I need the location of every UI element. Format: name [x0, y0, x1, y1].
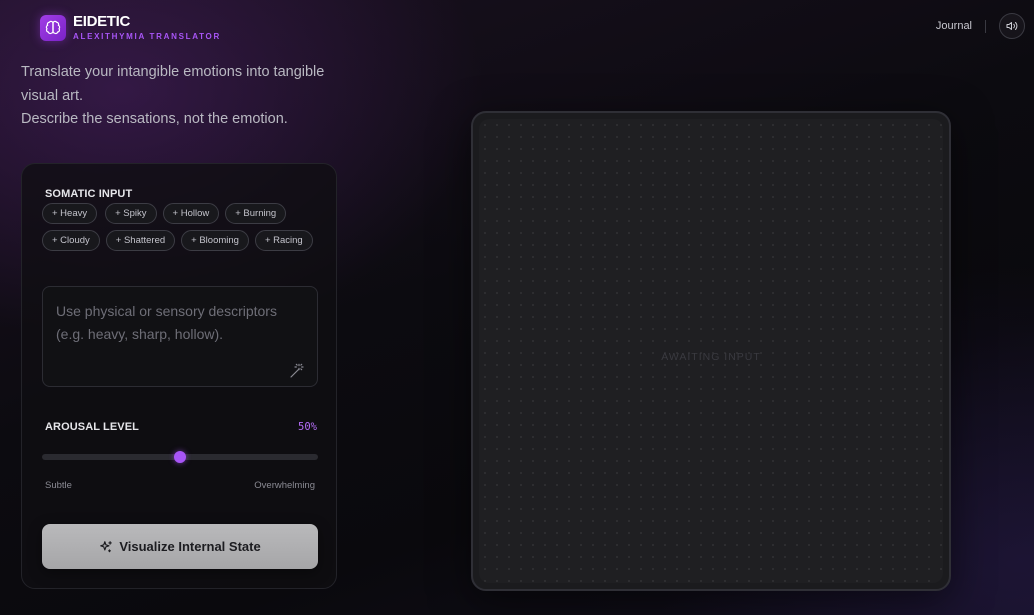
descriptor-chips: + Heavy + Spiky + Hollow + Burning + Clo…	[42, 203, 324, 257]
app-logo[interactable]: EIDETIC ALEXITHYMIA TRANSLATOR	[40, 13, 221, 42]
chip-burning[interactable]: + Burning	[225, 203, 287, 224]
slider-max-label: Overwhelming	[254, 480, 315, 491]
intro-line-1: Translate your intangible emotions into …	[21, 64, 325, 104]
app-subtitle: ALEXITHYMIA TRANSLATOR	[73, 32, 221, 41]
sensation-input-wrapper	[42, 286, 318, 387]
chip-shattered[interactable]: + Shattered	[105, 230, 176, 251]
chip-hollow[interactable]: + Hollow	[162, 203, 220, 224]
sensation-input[interactable]	[43, 287, 317, 386]
input-panel: SOMATIC INPUT + Heavy + Spiky + Hollow +…	[21, 163, 337, 589]
arousal-slider-thumb[interactable]	[174, 451, 186, 463]
chip-racing[interactable]: + Racing	[254, 230, 313, 251]
journal-link[interactable]: Journal	[936, 20, 972, 32]
app-title: EIDETIC	[73, 13, 131, 30]
arousal-value: 50%	[298, 421, 317, 433]
chip-spiky[interactable]: + Spiky	[105, 203, 157, 224]
visualize-button[interactable]: Visualize Internal State	[42, 524, 318, 569]
art-canvas-frame: AWAITING INPUT	[471, 111, 951, 591]
visualize-button-label: Visualize Internal State	[119, 539, 261, 554]
sound-toggle-button[interactable]	[999, 13, 1025, 39]
arousal-level-label: AROUSAL LEVEL	[45, 421, 139, 433]
art-canvas: AWAITING INPUT	[479, 119, 943, 583]
nav-divider	[985, 19, 986, 33]
brain-icon	[40, 14, 66, 41]
chip-cloudy[interactable]: + Cloudy	[42, 230, 100, 251]
intro-text: Translate your intangible emotions into …	[21, 61, 351, 132]
top-nav: Journal	[936, 13, 1025, 39]
canvas-status: AWAITING INPUT	[661, 351, 761, 363]
arousal-slider[interactable]	[42, 451, 318, 463]
sparkles-icon	[100, 540, 113, 552]
slider-min-label: Subtle	[45, 480, 72, 491]
somatic-input-label: SOMATIC INPUT	[45, 188, 133, 200]
chip-blooming[interactable]: + Blooming	[181, 230, 249, 251]
magic-wand-icon[interactable]	[289, 363, 305, 379]
speaker-icon	[1006, 22, 1018, 30]
intro-line-2: Describe the sensations, not the emotion…	[21, 111, 288, 127]
chip-heavy[interactable]: + Heavy	[42, 203, 98, 224]
